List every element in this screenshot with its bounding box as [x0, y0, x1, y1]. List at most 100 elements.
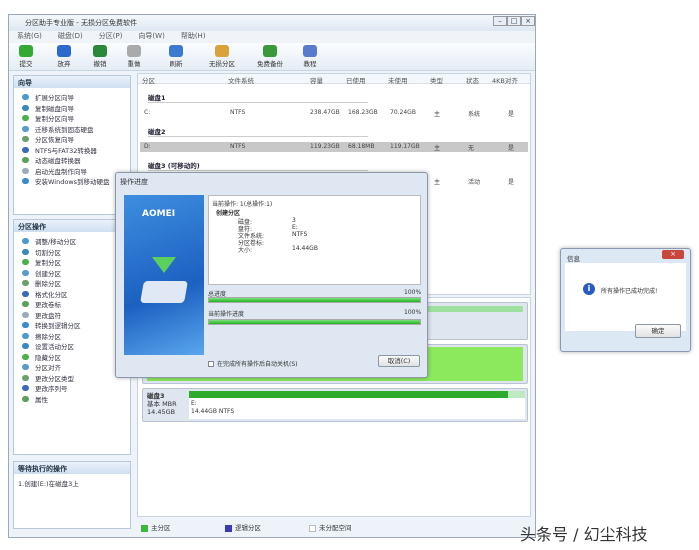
sidebar-item-label: 更改盘符 — [35, 311, 61, 320]
sidebar-item[interactable]: 更改序列号 — [14, 383, 130, 394]
sidebar-item-label: 属性 — [35, 395, 48, 404]
sidebar-item[interactable]: 设置活动分区 — [14, 341, 130, 352]
wizards-panel: 向导 扩展分区向导 复制磁盘向导 复制分区向导 迁移系统到固态硬盘 分区恢复向导 NTFS… — [13, 75, 131, 215]
refresh-button[interactable]: 刷新 — [169, 45, 183, 68]
item-icon — [22, 290, 29, 297]
sidebar-item-label: 复制分区向导 — [35, 115, 74, 124]
sidebar-item-label: 切割分区 — [35, 248, 61, 257]
close-button[interactable]: × — [662, 250, 684, 259]
partition-e-block[interactable]: E: 14.44GB NTFS — [189, 391, 525, 419]
sidebar-item[interactable]: 调整/移动分区 — [14, 236, 130, 247]
partition-ops-panel: 分区操作 调整/移动分区 切割分区复制分区 创建分区 删除分区 格式化分区 更改卷标 更改盘… — [13, 219, 131, 455]
minimize-button[interactable]: – — [493, 16, 507, 26]
menu-system[interactable]: 系统(G) — [17, 32, 42, 40]
pending-title: 等待执行的操作 — [14, 462, 130, 474]
sidebar-item[interactable]: 格式化分区 — [14, 289, 130, 300]
menu-disk[interactable]: 磁盘(D) — [58, 32, 83, 40]
redo-button[interactable]: 重做 — [127, 45, 141, 68]
col-partition[interactable]: 分区 — [142, 75, 155, 85]
legend-primary: 主分区 — [141, 522, 171, 532]
sidebar-item-label: 调整/移动分区 — [35, 238, 77, 247]
tutorial-button[interactable]: 教程 — [303, 45, 317, 68]
item-icon — [22, 115, 29, 122]
sidebar-item[interactable]: 动态磁盘转换器 — [14, 155, 130, 166]
current-progress-label: 当前操作进度 — [208, 311, 245, 318]
lossless-partition-button[interactable]: 无损分区 — [209, 45, 235, 68]
sidebar-item[interactable]: 复制磁盘向导 — [14, 103, 130, 114]
table-cell: 主 — [434, 111, 441, 118]
pending-item: 1.创建(E:)在磁盘3上 — [18, 480, 79, 489]
left-sidebar: 向导 扩展分区向导 复制磁盘向导 复制分区向导 迁移系统到固态硬盘 分区恢复向导 NTFS… — [13, 75, 131, 531]
partition-ops-title: 分区操作 — [14, 220, 130, 232]
info-message: 所有操作已成功完成! — [601, 288, 658, 295]
progress-title: 操作进度 — [120, 178, 148, 186]
table-cell: NTFS — [230, 109, 246, 116]
item-icon — [22, 248, 29, 255]
table-row[interactable]: D: NTFS 119.23GB 68.18MB 119.17GB 主 无 是 — [140, 142, 528, 152]
sidebar-item[interactable]: 创建分区 — [14, 268, 130, 279]
legend: 主分区 逻辑分区 未分配空间 — [137, 519, 531, 533]
current-progress-bar — [208, 319, 421, 325]
item-icon — [22, 301, 29, 308]
disk3-type: 基本 MBR — [147, 400, 177, 408]
ok-button[interactable]: 确定 — [635, 324, 681, 338]
sidebar-item[interactable]: 更改分区类型 — [14, 373, 130, 384]
check-icon — [19, 45, 33, 57]
auto-shutdown-checkbox[interactable]: 在完成所有操作后自动关机(S) — [208, 359, 298, 368]
discard-button[interactable]: 放弃 — [57, 45, 71, 68]
total-progress-percent: 100% — [404, 289, 422, 296]
menu-help[interactable]: 帮助(H) — [181, 32, 206, 40]
sidebar-item-label: 格式化分区 — [35, 290, 68, 299]
undo-button[interactable]: 撤销 — [93, 45, 107, 68]
sidebar-item[interactable]: 复制分区 — [14, 257, 130, 268]
maximize-button[interactable]: □ — [507, 16, 521, 26]
table-cell: 是 — [508, 111, 515, 118]
sidebar-item[interactable]: 更改卷标 — [14, 299, 130, 310]
menu-partition[interactable]: 分区(P) — [99, 32, 123, 40]
item-icon — [22, 395, 29, 402]
menu-wizard[interactable]: 向导(W) — [138, 32, 164, 40]
sidebar-item[interactable]: 转换到逻辑分区 — [14, 320, 130, 331]
col-status[interactable]: 状态 — [466, 75, 479, 85]
sidebar-item[interactable]: 扩展分区向导 — [14, 92, 130, 103]
table-cell: NTFS — [230, 143, 246, 150]
sidebar-item[interactable]: 删除分区 — [14, 278, 130, 289]
sidebar-item-label: NTFS与FAT32转换器 — [35, 146, 97, 155]
sidebar-item[interactable]: 更改盘符 — [14, 310, 130, 321]
col-used[interactable]: 已使用 — [346, 75, 366, 85]
table-row[interactable]: C: NTFS 238.47GB 168.23GB 70.24GB 主 系统 是 — [140, 108, 528, 118]
operation-field: 文件系统: NTFS — [238, 231, 308, 240]
sidebar-item[interactable]: 分区恢复向导 — [14, 134, 130, 145]
current-operation: 当前操作: 1(总操作:1) — [212, 201, 273, 208]
sidebar-item[interactable]: 属性 — [14, 394, 130, 405]
item-icon — [22, 385, 29, 392]
sidebar-item[interactable]: 复制分区向导 — [14, 113, 130, 124]
apply-button[interactable]: 提交 — [19, 45, 33, 68]
current-progress-percent: 100% — [404, 309, 422, 316]
sidebar-item[interactable]: 擦除分区 — [14, 331, 130, 342]
sidebar-item-label: 擦除分区 — [35, 332, 61, 341]
sidebar-item[interactable]: 安装Windows到移动硬盘 — [14, 176, 130, 187]
sidebar-item[interactable]: 启动光盘制作向导 — [14, 166, 130, 177]
sidebar-item[interactable]: 切割分区 — [14, 247, 130, 258]
sidebar-item[interactable]: NTFS与FAT32转换器 — [14, 145, 130, 156]
col-capacity[interactable]: 容量 — [310, 75, 323, 85]
sidebar-item[interactable]: 分区对齐 — [14, 362, 130, 373]
sidebar-item[interactable]: 迁移系统到固态硬盘 — [14, 124, 130, 135]
table-cell: 68.18MB — [348, 143, 375, 150]
free-backup-button[interactable]: 免费备份 — [257, 45, 283, 68]
sidebar-item[interactable]: 隐藏分区 — [14, 352, 130, 363]
close-button[interactable]: × — [521, 16, 535, 26]
sidebar-item-label: 复制分区 — [35, 259, 61, 268]
table-cell: 70.24GB — [390, 109, 416, 116]
table-cell: 168.23GB — [348, 109, 378, 116]
col-filesystem[interactable]: 文件系统 — [228, 75, 254, 85]
cancel-button[interactable]: 取消(C) — [378, 355, 420, 367]
table-cell: 是 — [508, 145, 515, 152]
table-cell: 无 — [468, 145, 475, 152]
col-unused[interactable]: 未使用 — [388, 75, 408, 85]
col-type[interactable]: 类型 — [430, 75, 443, 85]
disk3-map[interactable]: 磁盘3 基本 MBR 14.45GB E: 14.44GB NTFS — [142, 388, 528, 422]
sidebar-item-label: 转换到逻辑分区 — [35, 322, 81, 331]
col-4k[interactable]: 4KB对齐 — [492, 75, 518, 85]
